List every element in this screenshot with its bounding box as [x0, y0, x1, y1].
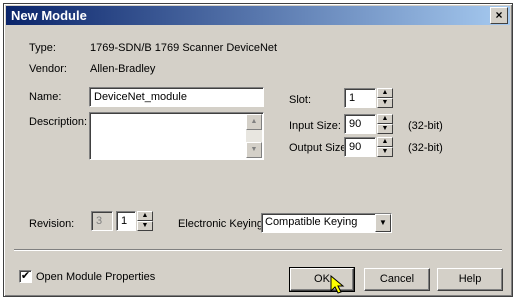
input-size-spinner[interactable]: ▲ ▼ [377, 114, 393, 134]
description-field[interactable]: ▲ ▼ [89, 112, 264, 160]
open-properties-checkbox[interactable]: ✔ [19, 270, 32, 283]
output-size-label: Output Size: [289, 142, 350, 154]
output-size-input[interactable] [344, 137, 376, 157]
input-size-up-icon[interactable]: ▲ [377, 114, 393, 124]
name-label: Name: [29, 91, 62, 103]
title-bar[interactable]: New Module × [6, 6, 510, 25]
vendor-value: Allen-Bradley [90, 63, 156, 75]
revision-down-icon[interactable]: ▼ [137, 221, 153, 231]
input-size-unit: (32-bit) [408, 120, 443, 132]
output-size-spinner[interactable]: ▲ ▼ [377, 137, 393, 157]
type-value: 1769-SDN/B 1769 Scanner DeviceNet [90, 42, 278, 54]
slot-label: Slot: [289, 94, 312, 106]
slot-up-icon[interactable]: ▲ [377, 88, 393, 98]
output-size-down-icon[interactable]: ▼ [377, 147, 393, 157]
checkmark-icon: ✔ [20, 270, 31, 282]
cancel-button[interactable]: Cancel [364, 268, 430, 291]
revision-spinner[interactable]: ▲ ▼ [137, 211, 153, 231]
slot-input[interactable] [344, 88, 376, 108]
keying-selected-value: Compatible Keying [265, 216, 358, 228]
type-label: Type: [29, 42, 56, 54]
slot-spinner[interactable]: ▲ ▼ [377, 88, 393, 108]
revision-up-icon[interactable]: ▲ [137, 211, 153, 221]
scroll-down-icon[interactable]: ▼ [246, 142, 262, 158]
slot-down-icon[interactable]: ▼ [377, 98, 393, 108]
open-properties-label[interactable]: Open Module Properties [36, 271, 155, 283]
separator [14, 249, 502, 251]
close-button[interactable]: × [490, 7, 508, 24]
mouse-cursor-icon [330, 275, 345, 294]
scroll-up-icon[interactable]: ▲ [246, 114, 262, 130]
output-size-unit: (32-bit) [408, 142, 443, 154]
vendor-label: Vendor: [29, 63, 67, 75]
output-size-up-icon[interactable]: ▲ [377, 137, 393, 147]
revision-major-input [91, 211, 113, 231]
description-label: Description: [29, 116, 88, 128]
dialog-title: New Module [11, 8, 87, 23]
help-button[interactable]: Help [437, 268, 503, 291]
revision-minor-input[interactable] [116, 211, 136, 231]
input-size-label: Input Size: [289, 120, 341, 132]
input-size-down-icon[interactable]: ▼ [377, 124, 393, 134]
name-input[interactable] [89, 87, 264, 107]
keying-label: Electronic Keying: [178, 218, 267, 230]
input-size-input[interactable] [344, 114, 376, 134]
revision-label: Revision: [29, 218, 75, 230]
keying-select[interactable]: Compatible Keying ▼ [261, 213, 392, 233]
close-icon: × [495, 8, 503, 22]
description-scrollbar[interactable]: ▲ ▼ [246, 114, 262, 158]
new-module-dialog: New Module × Type: 1769-SDN/B 1769 Scann… [3, 3, 513, 297]
chevron-down-icon[interactable]: ▼ [375, 214, 391, 232]
